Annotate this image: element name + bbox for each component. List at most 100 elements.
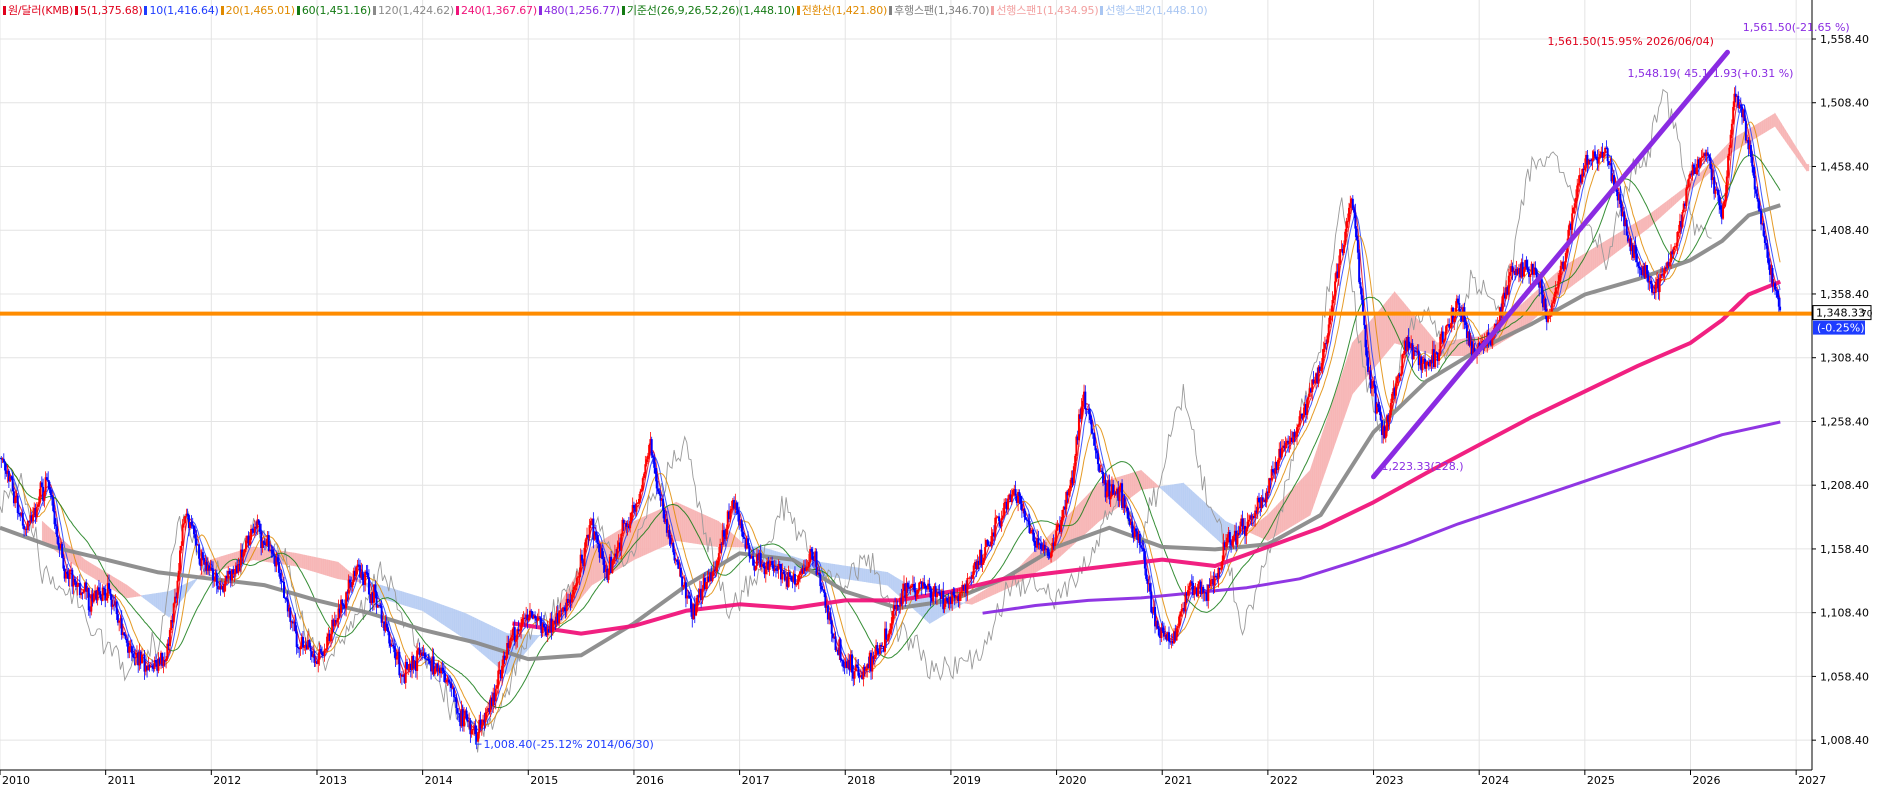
ichimoku-cloud-segment [652, 511, 656, 552]
candle-body [1360, 288, 1363, 300]
ichimoku-cloud-segment [443, 605, 447, 627]
ichimoku-cloud-segment [1328, 406, 1332, 461]
candle-body [1658, 278, 1661, 293]
candle-body [1209, 579, 1212, 586]
candle-body [1023, 508, 1026, 518]
ichimoku-cloud-segment [646, 514, 650, 555]
candle-body [1060, 520, 1063, 532]
candle-body [1297, 424, 1300, 428]
candle-body [1394, 383, 1397, 396]
ichimoku-cloud-segment [1100, 481, 1104, 521]
candle-body [1053, 541, 1056, 547]
ichimoku-cloud-segment [430, 600, 434, 619]
ichimoku-cloud-segment [866, 568, 869, 583]
ichimoku-cloud-segment [1136, 470, 1140, 494]
candle-body [1581, 169, 1584, 183]
candle-body [1109, 496, 1112, 500]
candle-body [891, 610, 894, 624]
ichimoku-cloud-segment [337, 561, 341, 580]
candle-body [1280, 447, 1283, 458]
candle-body [37, 504, 40, 507]
candle-body [890, 623, 893, 629]
candle-body [151, 665, 154, 668]
ichimoku-cloud-segment [1280, 498, 1283, 534]
candle-body [815, 551, 818, 575]
ichimoku-cloud-segment [151, 593, 155, 607]
candle-body [1157, 628, 1160, 636]
candle-body [336, 619, 339, 623]
ichimoku-cloud-segment [1806, 164, 1810, 172]
candle-body [1358, 252, 1361, 283]
candle-body [1695, 167, 1698, 175]
ichimoku-cloud-segment [1214, 511, 1218, 540]
candle-body [580, 554, 583, 561]
ichimoku-cloud-segment [847, 565, 850, 580]
candle-body [1677, 231, 1680, 233]
candle-body [1307, 396, 1310, 400]
candle-body [736, 510, 739, 515]
price-annotation: 1,548.19( 45.1-1.93(+0.31 %) [1627, 67, 1793, 80]
candle-body [1719, 205, 1722, 210]
candle-body [35, 506, 38, 518]
candle-body [271, 550, 274, 554]
candle-body [1573, 203, 1576, 208]
ichimoku-cloud-segment [1343, 361, 1347, 419]
candle-body [1571, 213, 1574, 230]
ichimoku-cloud-segment [1578, 255, 1581, 282]
candle-body [601, 548, 604, 560]
candle-body [87, 587, 90, 611]
ichimoku-cloud-segment [1457, 339, 1461, 356]
ichimoku-cloud-segment [489, 624, 493, 663]
candle-body [1700, 157, 1703, 159]
candle-body [276, 557, 279, 562]
candle-body [10, 476, 13, 479]
candle-body [393, 646, 396, 653]
candle-body [764, 568, 767, 575]
ichimoku-cloud-segment [94, 565, 98, 581]
ichimoku-cloud-segment [975, 593, 979, 603]
candle-body [1445, 325, 1448, 332]
ichimoku-cloud-segment [1724, 144, 1727, 161]
candle-body [248, 539, 251, 546]
candle-body [45, 477, 48, 480]
candle-body [864, 668, 867, 671]
ichimoku-cloud-segment [84, 559, 87, 575]
candle-body [181, 524, 184, 546]
ichimoku-cloud-segment [1261, 517, 1264, 540]
ichimoku-cloud-segment [686, 506, 690, 543]
ichimoku-cloud-segment [1191, 490, 1195, 519]
ichimoku-cloud-segment [591, 545, 595, 586]
ichimoku-cloud-segment [1394, 291, 1398, 344]
candle-body [1328, 315, 1331, 325]
ichimoku-cloud-segment [44, 522, 47, 545]
candle-body [811, 551, 814, 560]
candle-body [326, 636, 329, 649]
candle-body [681, 576, 684, 587]
candle-body [946, 598, 949, 601]
ichimoku-cloud-segment [312, 556, 316, 573]
candle-body [743, 537, 746, 539]
candle-body [351, 581, 354, 588]
legend-item: 20(1,465.01) [220, 4, 295, 17]
candle-body [796, 581, 799, 585]
candle-body [324, 648, 327, 650]
ichimoku-cloud-segment [122, 582, 125, 598]
legend-item: 전환선(1,421.80) [796, 4, 887, 17]
candle-body [1150, 591, 1153, 613]
ichimoku-cloud-segment [1772, 112, 1776, 128]
candle-body [910, 586, 913, 588]
candle-body [986, 540, 989, 545]
ichimoku-cloud-segment [1130, 472, 1133, 499]
candle-body [776, 569, 779, 571]
ichimoku-cloud-segment [96, 566, 100, 582]
candle-body [1246, 521, 1249, 529]
ichimoku-cloud-segment [160, 592, 164, 613]
candle-body [1019, 496, 1022, 504]
candle-body [658, 491, 661, 495]
candle-body [1313, 380, 1316, 384]
current-price-label: 1,348.33 [1816, 307, 1865, 320]
y-tick-label: 1,008.40 [1820, 734, 1869, 747]
candle-body [1268, 478, 1271, 494]
ichimoku-cloud-segment [988, 585, 992, 598]
legend-label: 120(1,424.62) [378, 4, 454, 17]
